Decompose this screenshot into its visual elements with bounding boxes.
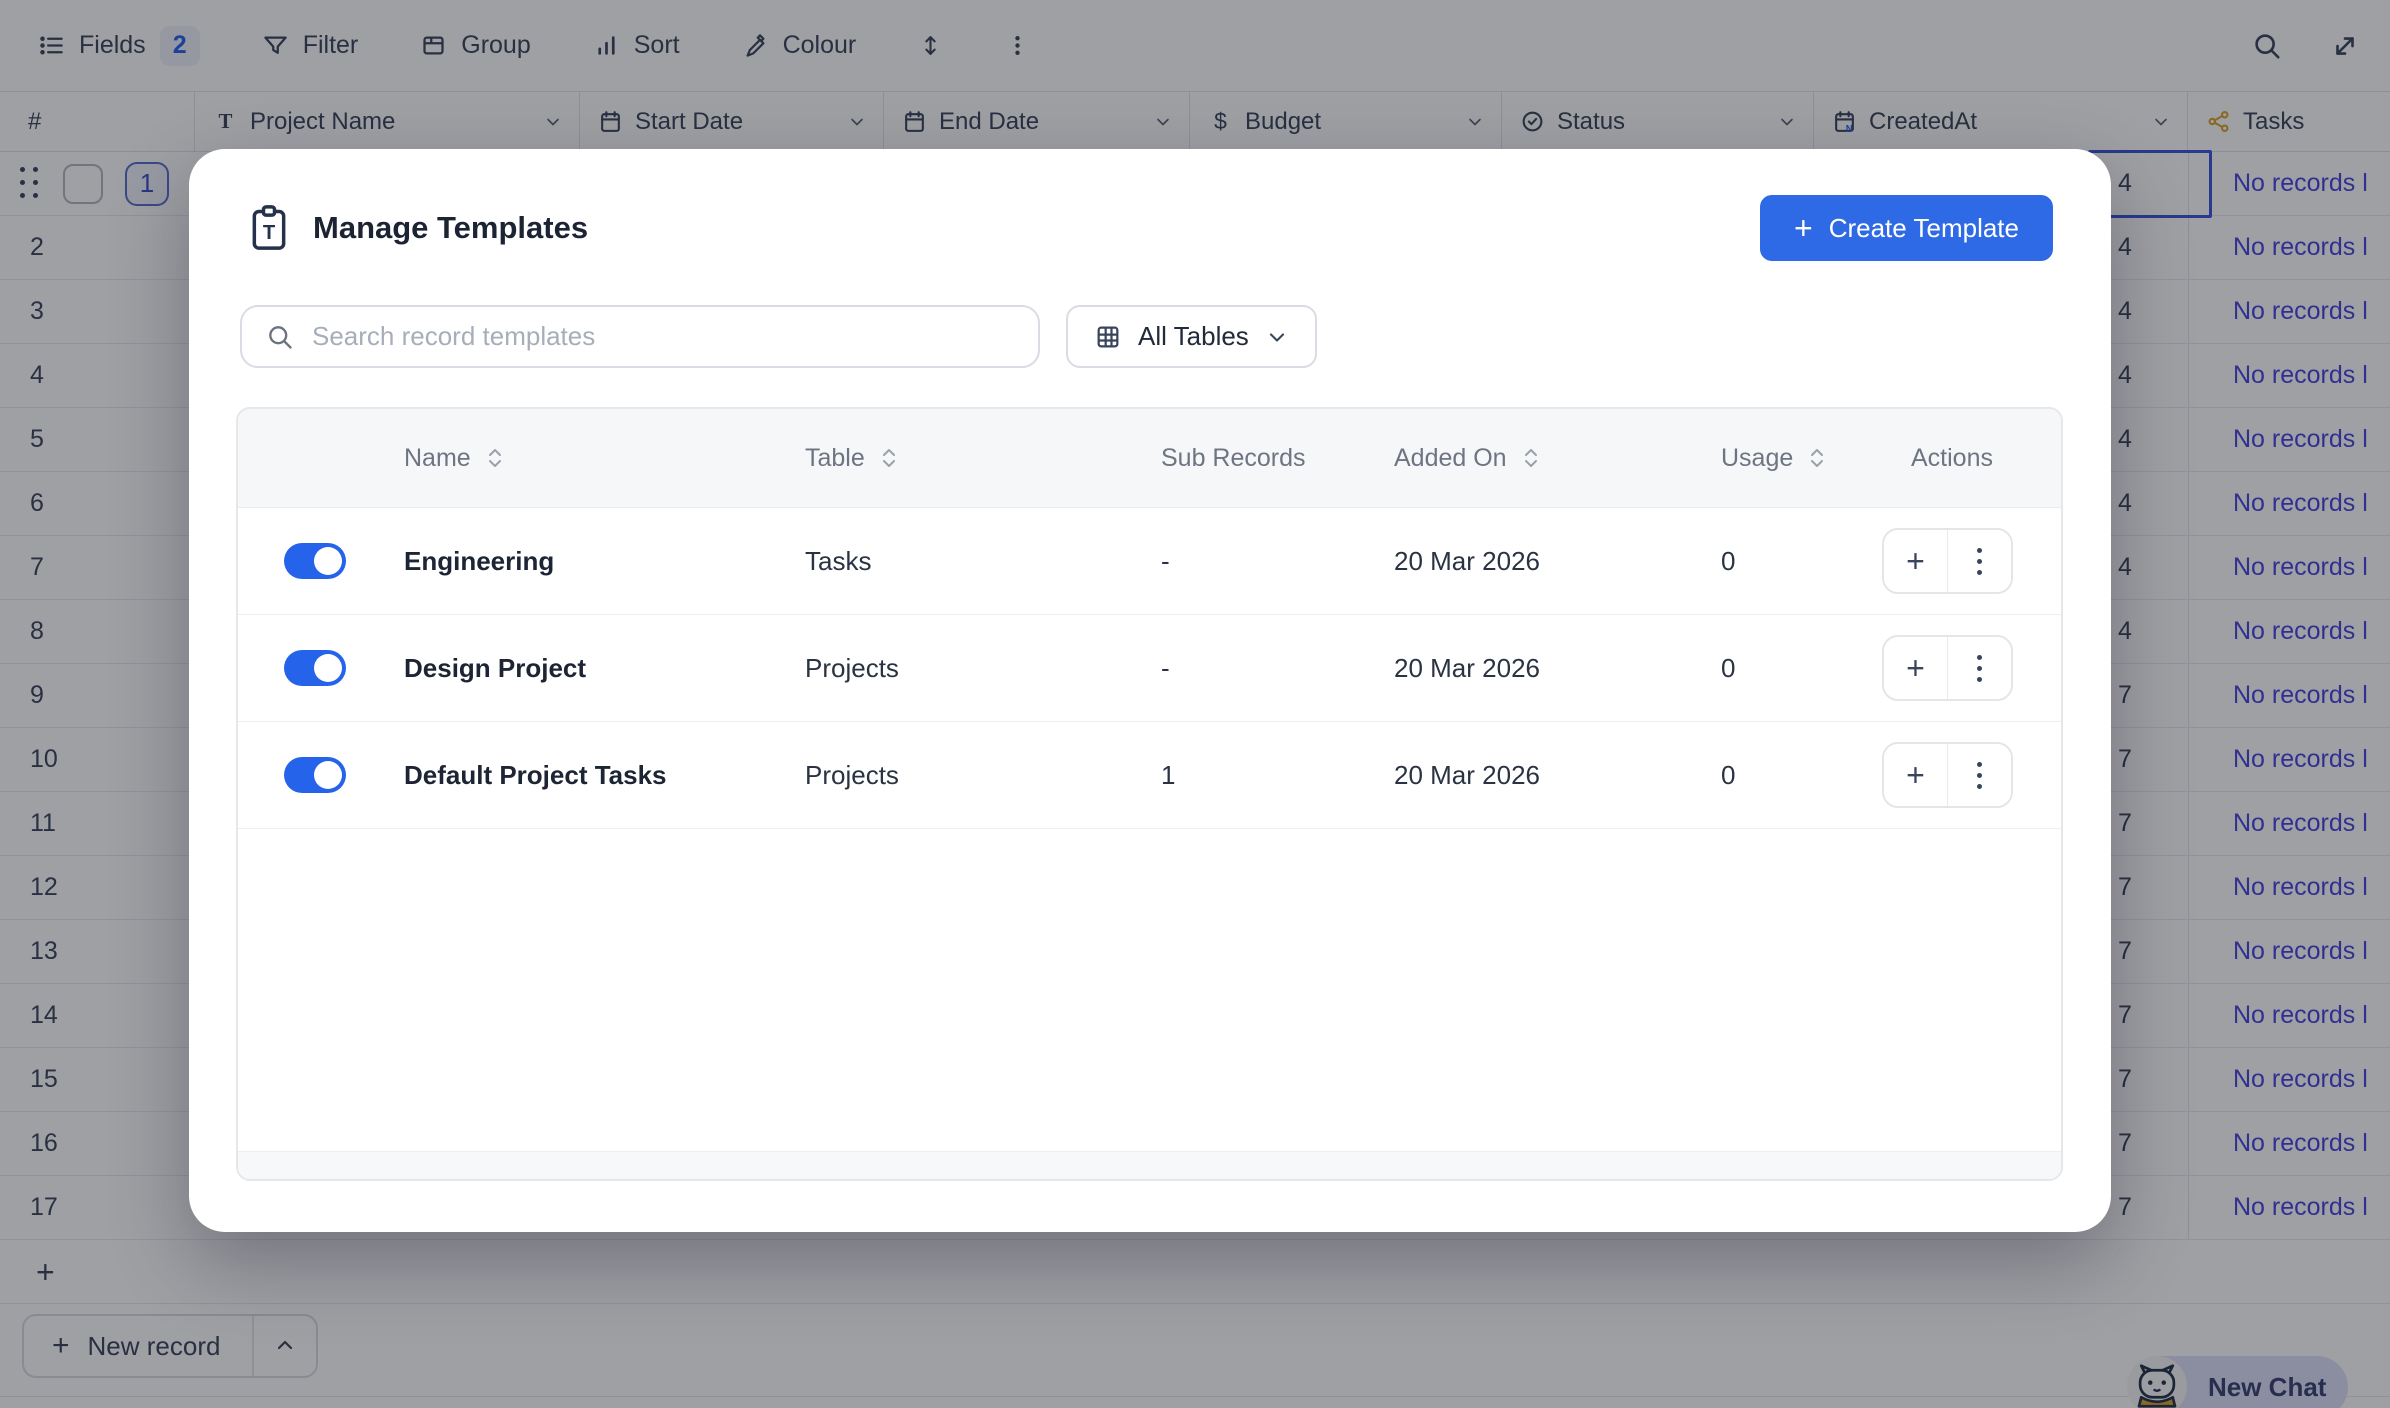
plus-icon: + bbox=[1906, 757, 1925, 793]
sort-toggle-icon[interactable] bbox=[485, 446, 505, 470]
table-filter-dropdown[interactable]: All Tables bbox=[1066, 305, 1317, 368]
template-clipboard-icon: T bbox=[252, 205, 286, 250]
svg-text:T: T bbox=[263, 222, 276, 244]
create-template-button[interactable]: + Create Template bbox=[1760, 195, 2053, 261]
template-usage: 0 bbox=[1721, 545, 1736, 576]
plus-icon: + bbox=[1906, 543, 1925, 579]
template-added-on: 20 Mar 2026 bbox=[1394, 652, 1540, 683]
row-actions-group: + bbox=[1882, 528, 2013, 594]
template-enabled-toggle[interactable] bbox=[284, 543, 346, 579]
search-input[interactable] bbox=[312, 321, 1014, 352]
templates-table-body: Engineering Tasks - 20 Mar 2026 0 + Desi… bbox=[238, 508, 2061, 829]
create-template-label: Create Template bbox=[1828, 212, 2019, 243]
dialog-header: T Manage Templates + Create Template bbox=[247, 195, 2053, 261]
template-name: Engineering bbox=[404, 545, 555, 576]
add-sub-template-button[interactable]: + bbox=[1884, 744, 1948, 806]
sort-toggle-icon[interactable] bbox=[879, 446, 899, 470]
header-usage[interactable]: Usage bbox=[1721, 444, 1882, 473]
row-menu-button[interactable] bbox=[1948, 530, 2011, 592]
template-sub-records: - bbox=[1161, 545, 1170, 576]
plus-icon: + bbox=[1906, 650, 1925, 686]
add-sub-template-button[interactable]: + bbox=[1884, 530, 1948, 592]
template-usage: 0 bbox=[1721, 759, 1736, 790]
sort-toggle-icon[interactable] bbox=[1521, 446, 1541, 470]
search-icon bbox=[269, 325, 292, 349]
sort-toggle-icon[interactable] bbox=[1807, 446, 1827, 470]
header-added-on[interactable]: Added On bbox=[1394, 444, 1721, 473]
table-grid-icon bbox=[1097, 326, 1119, 347]
template-usage: 0 bbox=[1721, 652, 1736, 683]
chevron-down-icon bbox=[1269, 332, 1284, 342]
header-sub-records: Sub Records bbox=[1161, 443, 1306, 472]
add-sub-template-button[interactable]: + bbox=[1884, 637, 1948, 699]
header-table[interactable]: Table bbox=[805, 444, 1161, 473]
toggle-knob bbox=[314, 547, 342, 575]
template-table: Tasks bbox=[805, 545, 872, 576]
template-search-field[interactable] bbox=[240, 305, 1040, 368]
templates-table-header: Name Table Sub Records Added On Usage Ac… bbox=[238, 409, 2061, 508]
template-row[interactable]: Design Project Projects - 20 Mar 2026 0 … bbox=[238, 615, 2061, 722]
row-menu-button[interactable] bbox=[1948, 637, 2011, 699]
plus-icon: + bbox=[1794, 210, 1813, 246]
template-enabled-toggle[interactable] bbox=[284, 757, 346, 793]
header-name[interactable]: Name bbox=[404, 444, 805, 473]
template-table: Projects bbox=[805, 759, 899, 790]
toggle-knob bbox=[314, 761, 342, 789]
kebab-menu-icon bbox=[1977, 547, 1982, 575]
row-actions-group: + bbox=[1882, 635, 2013, 701]
row-actions-group: + bbox=[1882, 742, 2013, 808]
table-filter-label: All Tables bbox=[1138, 321, 1249, 351]
template-added-on: 20 Mar 2026 bbox=[1394, 759, 1540, 790]
dialog-controls-row: All Tables bbox=[240, 305, 2060, 368]
toggle-knob bbox=[314, 654, 342, 682]
template-table: Projects bbox=[805, 652, 899, 683]
row-menu-button[interactable] bbox=[1948, 744, 2011, 806]
template-name: Design Project bbox=[404, 652, 587, 683]
kebab-menu-icon bbox=[1977, 761, 1982, 789]
template-sub-records: 1 bbox=[1161, 759, 1176, 790]
dialog-title: Manage Templates bbox=[313, 210, 589, 245]
template-sub-records: - bbox=[1161, 652, 1170, 683]
template-enabled-toggle[interactable] bbox=[284, 650, 346, 686]
template-added-on: 20 Mar 2026 bbox=[1394, 545, 1540, 576]
template-name: Default Project Tasks bbox=[404, 759, 667, 790]
table-footer-strip bbox=[238, 1151, 2061, 1179]
kebab-menu-icon bbox=[1977, 654, 1982, 682]
template-row[interactable]: Engineering Tasks - 20 Mar 2026 0 + bbox=[238, 508, 2061, 615]
template-row[interactable]: Default Project Tasks Projects 1 20 Mar … bbox=[238, 722, 2061, 829]
header-actions: Actions bbox=[1911, 443, 1993, 472]
manage-templates-dialog: T Manage Templates + Create Template All… bbox=[189, 149, 2111, 1232]
app-window: Fields 2 Filter Group Sort Colour # T Pr… bbox=[0, 0, 2390, 1408]
table-empty-space bbox=[238, 829, 2061, 1151]
templates-table: Name Table Sub Records Added On Usage Ac… bbox=[236, 407, 2063, 1181]
